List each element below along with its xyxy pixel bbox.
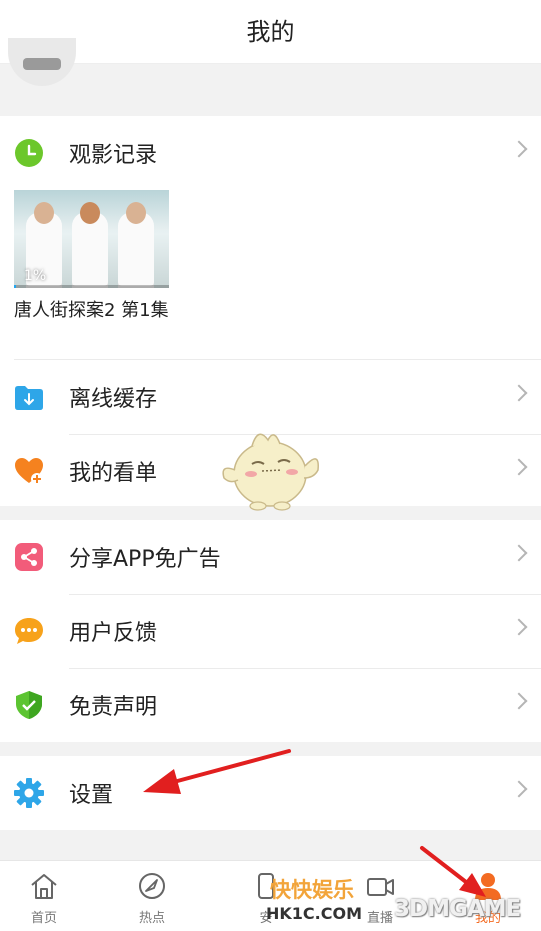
watermark-text-3: 3DMGAME (394, 896, 521, 922)
video-thumbnail[interactable]: 1% (14, 190, 169, 288)
watch-history-label: 观影记录 (69, 143, 158, 168)
mascot-watermark (222, 433, 319, 511)
tab-home-label: 首页 (30, 911, 57, 926)
tab-hot[interactable]: 热点 (122, 871, 182, 927)
share-app-row[interactable]: 分享APP免广告 (0, 520, 541, 594)
chevron-right-icon (510, 458, 528, 476)
feedback-row[interactable]: 用户反馈 (0, 594, 541, 668)
gear-icon (14, 778, 44, 808)
feedback-label: 用户反馈 (69, 621, 158, 646)
share-icon (15, 543, 43, 571)
video-title[interactable]: 唐人街探案2 第1集 (14, 299, 174, 323)
misc-card: 分享APP免广告 用户反馈 免责声明 (0, 520, 541, 742)
page-title: 我的 (246, 18, 295, 46)
compass-icon (139, 873, 165, 899)
tab-hot-label: 热点 (138, 911, 165, 926)
disclaimer-label: 免责声明 (69, 695, 158, 720)
watermark-text-1: 快快娱乐 (270, 878, 354, 902)
shield-icon (16, 691, 42, 719)
watchlist-label: 我的看单 (69, 461, 158, 486)
watermark-text-2: HK1C.COM (266, 904, 363, 923)
clock-icon (15, 139, 43, 167)
chevron-right-icon (510, 780, 528, 798)
share-app-label: 分享APP免广告 (69, 547, 221, 572)
chat-bubble-icon (15, 618, 43, 644)
settings-label: 设置 (69, 783, 114, 808)
download-folder-icon (15, 386, 43, 410)
offline-cache-label: 离线缓存 (69, 387, 158, 412)
watch-history-row[interactable]: 观影记录 (0, 116, 541, 190)
settings-row[interactable]: 设置 (0, 756, 541, 830)
progress-label: 1% (24, 268, 47, 284)
chevron-right-icon (510, 384, 528, 402)
progress-fill (14, 285, 16, 288)
chevron-right-icon (510, 140, 528, 158)
home-icon (31, 874, 57, 899)
camera-icon (367, 878, 394, 896)
chevron-right-icon (510, 544, 528, 562)
chevron-right-icon (510, 692, 528, 710)
progress-track (14, 285, 169, 288)
tab-home[interactable]: 首页 (14, 871, 74, 927)
chevron-right-icon (510, 618, 528, 636)
disclaimer-row[interactable]: 免责声明 (0, 668, 541, 742)
settings-card: 设置 (0, 756, 541, 830)
avatar[interactable] (8, 38, 76, 86)
top-bar: 我的 (0, 0, 541, 64)
heart-plus-icon (15, 458, 43, 485)
